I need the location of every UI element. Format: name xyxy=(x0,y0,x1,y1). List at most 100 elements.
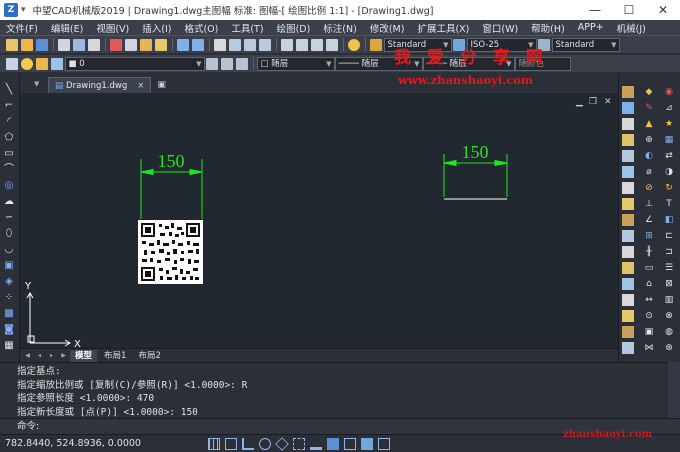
mech-tool-13-icon[interactable]: ⌂ xyxy=(643,278,655,290)
offset-icon[interactable] xyxy=(622,134,634,146)
copy-object-icon[interactable] xyxy=(622,102,634,114)
first-tab-icon[interactable]: ◀ xyxy=(23,351,32,360)
quick-access-icon[interactable]: ▾ xyxy=(21,5,26,15)
mech-tool-6-icon[interactable]: ⌀ xyxy=(643,166,655,178)
match-properties-icon[interactable] xyxy=(155,38,167,51)
new-file-icon[interactable] xyxy=(6,38,18,51)
lineweight-toggle-icon[interactable] xyxy=(309,438,322,450)
mech-tool-7-icon[interactable]: ⊘ xyxy=(643,182,655,194)
pedit-icon[interactable] xyxy=(622,342,634,354)
color-select[interactable]: □ 随层 ▼ xyxy=(256,56,335,71)
menu-draw[interactable]: 绘图(D) xyxy=(277,21,311,35)
menu-format[interactable]: 格式(O) xyxy=(184,21,218,35)
model-space-icon[interactable] xyxy=(343,437,356,450)
tool-palette-icon[interactable] xyxy=(311,38,323,51)
point-icon[interactable]: ⁘ xyxy=(3,292,15,304)
mech-tool-11-icon[interactable]: ╫ xyxy=(643,246,655,258)
mech-tool-2-icon[interactable]: ✎ xyxy=(643,102,655,114)
layer-previous-icon[interactable] xyxy=(221,57,233,70)
paste-icon[interactable] xyxy=(140,38,152,51)
array-icon[interactable] xyxy=(622,150,634,162)
grid-toggle-icon[interactable] xyxy=(207,437,220,450)
menu-app-plus[interactable]: APP+ xyxy=(578,22,604,33)
hatch-icon[interactable]: ▩ xyxy=(3,308,15,320)
calculator-icon[interactable] xyxy=(326,38,338,51)
command-scrollbar[interactable] xyxy=(668,362,680,418)
layer-unlock-icon[interactable] xyxy=(51,57,63,70)
mech-tool-8-icon[interactable]: ⊥ xyxy=(643,198,655,210)
layer-manager-icon[interactable] xyxy=(6,57,18,70)
menu-insert[interactable]: 插入(I) xyxy=(142,21,171,35)
dim-style-select[interactable]: ISO-25 ▼ xyxy=(466,37,537,52)
explode-icon[interactable] xyxy=(622,326,634,338)
ortho-toggle-icon[interactable] xyxy=(241,437,254,450)
extend-icon[interactable] xyxy=(622,246,634,258)
menu-view[interactable]: 视图(V) xyxy=(96,21,129,35)
mech-tool-3-icon[interactable]: ▲ xyxy=(643,118,655,130)
menu-help[interactable]: 帮助(H) xyxy=(531,21,565,35)
arc-3pt-icon[interactable]: ⌒ xyxy=(3,164,15,176)
mech-tool-21-icon[interactable]: ▦ xyxy=(663,134,675,146)
mech-tool-27-icon[interactable]: ⊏ xyxy=(663,230,675,242)
menu-extension-tools[interactable]: 扩展工具(X) xyxy=(417,21,469,35)
mech-tool-34-icon[interactable]: ⊛ xyxy=(663,342,675,354)
trim-icon[interactable] xyxy=(622,230,634,242)
mech-tool-4-icon[interactable]: ⊕ xyxy=(643,134,655,146)
arc-icon[interactable]: ◜ xyxy=(3,116,15,128)
chamfer-icon[interactable] xyxy=(622,294,634,306)
text-style-select[interactable]: Standard ▼ xyxy=(383,37,452,52)
menu-tools[interactable]: 工具(T) xyxy=(231,21,263,35)
open-file-icon[interactable] xyxy=(21,38,33,51)
mech-tool-28-icon[interactable]: ⊐ xyxy=(663,246,675,258)
last-tab-icon[interactable]: ▶ xyxy=(59,351,68,360)
tab-layout1[interactable]: 布局1 xyxy=(99,350,131,362)
erase-icon[interactable] xyxy=(622,86,634,98)
zoom-window-icon[interactable] xyxy=(244,38,256,51)
insert-block-icon[interactable]: ▣ xyxy=(3,260,15,272)
mech-tool-18-icon[interactable]: ◉ xyxy=(663,86,675,98)
stretch-icon[interactable] xyxy=(622,214,634,226)
spline-icon[interactable]: ∽ xyxy=(3,212,15,224)
dim-style-icon[interactable] xyxy=(453,38,465,51)
polar-toggle-icon[interactable] xyxy=(258,437,271,450)
drawing-canvas[interactable]: ▁ ❐ ✕ 150 150 Y X xyxy=(20,93,618,348)
mech-tool-19-icon[interactable]: ⊿ xyxy=(663,102,675,114)
move-icon[interactable] xyxy=(622,166,634,178)
minimize-button[interactable]: — xyxy=(578,0,612,20)
table-icon[interactable]: ▦ xyxy=(3,340,15,352)
dyn-input-toggle-icon[interactable] xyxy=(326,437,339,450)
properties-icon[interactable] xyxy=(281,38,293,51)
menu-modify[interactable]: 修改(M) xyxy=(370,21,405,35)
make-object-layer-current-icon[interactable] xyxy=(206,57,218,70)
table-style-icon[interactable] xyxy=(538,38,550,51)
rectangle-icon[interactable]: ▭ xyxy=(3,148,15,160)
print-icon[interactable] xyxy=(58,38,70,51)
viewport-close-icon[interactable]: ✕ xyxy=(604,97,612,107)
plot-style-select[interactable]: 随颜色 xyxy=(514,56,571,71)
save-icon[interactable] xyxy=(36,38,48,51)
osnap-toggle-icon[interactable] xyxy=(274,436,289,451)
mech-tool-32-icon[interactable]: ⊗ xyxy=(663,310,675,322)
snap-toggle-icon[interactable] xyxy=(224,437,237,450)
help-icon[interactable] xyxy=(348,38,360,51)
command-input[interactable]: 命令: xyxy=(0,418,680,434)
mech-tool-30-icon[interactable]: ⊠ xyxy=(663,278,675,290)
tab-layout2[interactable]: 布局2 xyxy=(133,350,165,362)
annotation-scale-icon[interactable] xyxy=(360,437,373,450)
rotate-icon[interactable] xyxy=(622,182,634,194)
text-style-icon[interactable] xyxy=(370,38,382,51)
design-center-icon[interactable] xyxy=(296,38,308,51)
cut-icon[interactable] xyxy=(110,38,122,51)
prev-tab-icon[interactable]: ◂ xyxy=(35,351,44,360)
mech-tool-25-icon[interactable]: T xyxy=(663,198,675,210)
viewport-restore-icon[interactable]: ❐ xyxy=(589,97,597,107)
make-block-icon[interactable]: ◈ xyxy=(3,276,15,288)
tab-model[interactable]: 模型 xyxy=(70,349,98,362)
layer-thaw-sun-icon[interactable] xyxy=(36,57,48,70)
join-icon[interactable] xyxy=(622,278,634,290)
layer-state-icon[interactable] xyxy=(236,57,248,70)
lineweight-select[interactable]: ──── 随层 ▼ xyxy=(422,56,515,71)
mech-tool-20-icon[interactable]: ★ xyxy=(663,118,675,130)
tab-menu-icon[interactable]: ▼ xyxy=(34,80,39,88)
mech-tool-9-icon[interactable]: ∠ xyxy=(643,214,655,226)
